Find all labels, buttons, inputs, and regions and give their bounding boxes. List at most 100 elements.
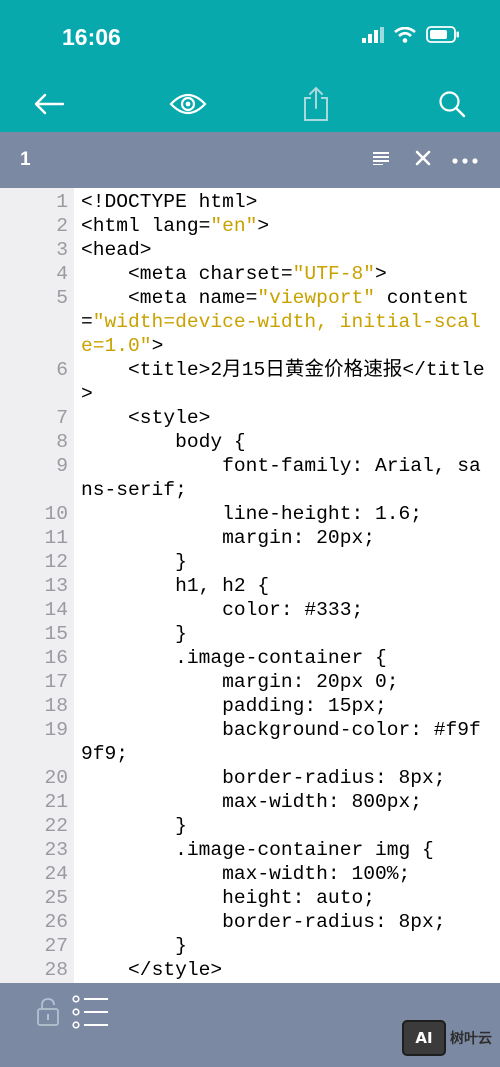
code-line[interactable]: 9 font-family: Arial, sans-serif;	[0, 454, 500, 502]
code-token: h1, h2 {	[81, 575, 270, 597]
line-number: 3	[56, 239, 68, 261]
line-number: 17	[44, 671, 68, 693]
close-tab-button[interactable]	[410, 146, 436, 174]
list-button[interactable]	[368, 146, 394, 174]
outline-button[interactable]	[72, 995, 110, 1034]
code-line[interactable]: 24 max-width: 100%;	[0, 862, 500, 886]
back-button[interactable]	[27, 84, 71, 128]
line-number: 4	[56, 263, 68, 285]
tab-actions	[368, 146, 478, 174]
line-number: 19	[44, 719, 68, 741]
lock-button[interactable]	[36, 997, 60, 1032]
line-text: body {	[81, 430, 491, 454]
line-text: line-height: 1.6;	[81, 502, 491, 526]
toolbar	[0, 78, 500, 132]
line-text: }	[81, 550, 491, 574]
line-number: 8	[56, 431, 68, 453]
code-token: >	[151, 335, 164, 357]
line-text: background-color: #f9f9f9;	[81, 718, 491, 766]
line-text: color: #333;	[81, 598, 491, 622]
line-number: 5	[56, 287, 68, 309]
code-line[interactable]: 4 <meta charset="UTF-8">	[0, 262, 500, 286]
search-button[interactable]	[430, 84, 474, 128]
code-line[interactable]: 3 <head>	[0, 238, 500, 262]
line-text: h1, h2 {	[81, 574, 491, 598]
share-button[interactable]	[294, 84, 338, 128]
line-text: .image-container {	[81, 646, 491, 670]
watermark: AI 树叶云	[402, 1020, 492, 1056]
code-line[interactable]: 16 .image-container {	[0, 646, 500, 670]
status-bar: 16:06	[0, 0, 500, 78]
line-number: 14	[44, 599, 68, 621]
code-line[interactable]: 1 <!DOCTYPE html>	[0, 190, 500, 214]
code-token: max-width: 800px;	[81, 791, 422, 813]
line-number: 12	[44, 551, 68, 573]
code-line[interactable]: 13 h1, h2 {	[0, 574, 500, 598]
line-text: </style>	[81, 958, 491, 982]
code-line[interactable]: 14 color: #333;	[0, 598, 500, 622]
code-token: }	[81, 551, 187, 573]
code-line[interactable]: 20 border-radius: 8px;	[0, 766, 500, 790]
code-line[interactable]: 7 <style>	[0, 406, 500, 430]
code-token: }	[81, 935, 187, 957]
code-line[interactable]: 26 border-radius: 8px;	[0, 910, 500, 934]
code-line[interactable]: 11 margin: 20px;	[0, 526, 500, 550]
status-icons	[362, 26, 460, 48]
line-text: <style>	[81, 406, 491, 430]
line-text: border-radius: 8px;	[81, 766, 491, 790]
code-token: font-family: Arial, sans-serif;	[81, 455, 481, 501]
code-token: <html lang=	[81, 215, 211, 237]
code-token: <meta charset=	[81, 263, 293, 285]
line-text: max-width: 100%;	[81, 862, 491, 886]
code-token: border-radius: 8px;	[81, 767, 446, 789]
line-text: margin: 20px 0;	[81, 670, 491, 694]
code-token: border-radius: 8px;	[81, 911, 446, 933]
tab-title[interactable]: 1	[20, 149, 31, 171]
battery-icon	[426, 26, 460, 48]
code-line[interactable]: 23 .image-container img {	[0, 838, 500, 862]
code-token: }	[81, 815, 187, 837]
code-line[interactable]: 19 background-color: #f9f9f9;	[0, 718, 500, 766]
line-number: 10	[44, 503, 68, 525]
code-token: height: auto;	[81, 887, 375, 909]
line-text: }	[81, 934, 491, 958]
line-text: <html lang="en">	[81, 214, 491, 238]
code-token: <style>	[81, 407, 211, 429]
code-line[interactable]: 6 <title>2月15日黄金价格速报</title>	[0, 358, 500, 406]
code-line[interactable]: 5 <meta name="viewport" content="width=d…	[0, 286, 500, 358]
status-time: 16:06	[62, 24, 121, 50]
code-token: >	[374, 263, 387, 285]
string-token: "en"	[210, 215, 258, 237]
line-text: }	[81, 814, 491, 838]
code-token: line-height: 1.6;	[81, 503, 422, 525]
code-line[interactable]: 25 height: auto;	[0, 886, 500, 910]
code-token: >	[257, 215, 270, 237]
code-editor[interactable]: 1 <!DOCTYPE html> 2 <html lang="en"> 3 <head>…	[0, 188, 500, 983]
code-line[interactable]: 27 }	[0, 934, 500, 958]
code-line[interactable]: 18 padding: 15px;	[0, 694, 500, 718]
line-number: 25	[44, 887, 68, 909]
line-text: }	[81, 622, 491, 646]
line-number: 27	[44, 935, 68, 957]
code-line[interactable]: 28 </style>	[0, 958, 500, 982]
code-line[interactable]: 2 <html lang="en">	[0, 214, 500, 238]
line-text: <!DOCTYPE html>	[81, 190, 491, 214]
code-line[interactable]: 8 body {	[0, 430, 500, 454]
code-token: .image-container {	[81, 647, 387, 669]
watermark-text: 树叶云	[450, 1031, 492, 1047]
code-token: <meta name=	[81, 287, 258, 309]
code-line[interactable]: 12 }	[0, 550, 500, 574]
code-line[interactable]: 21 max-width: 800px;	[0, 790, 500, 814]
code-line[interactable]: 15 }	[0, 622, 500, 646]
more-button[interactable]	[452, 146, 478, 174]
line-text: margin: 20px;	[81, 526, 491, 550]
code-line[interactable]: 22 }	[0, 814, 500, 838]
code-line[interactable]: 10 line-height: 1.6;	[0, 502, 500, 526]
preview-button[interactable]	[166, 84, 210, 128]
line-number: 16	[44, 647, 68, 669]
arrow-left-icon	[33, 93, 65, 120]
line-number: 13	[44, 575, 68, 597]
line-number: 6	[56, 359, 68, 381]
code-line[interactable]: 17 margin: 20px 0;	[0, 670, 500, 694]
code-token: margin: 20px 0;	[81, 671, 399, 693]
